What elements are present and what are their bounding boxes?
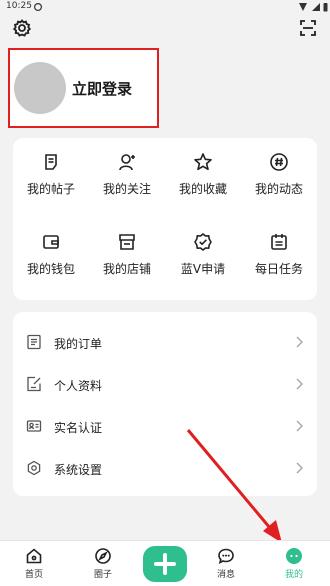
compass-icon — [95, 548, 111, 564]
tab-circle[interactable]: 圈子 — [70, 541, 136, 586]
tab-home[interactable]: 首页 — [1, 541, 67, 586]
tab-label: 消息 — [216, 570, 235, 580]
annotation-arrow — [186, 429, 282, 543]
plus-icon — [154, 553, 176, 575]
tab-messages[interactable]: 消息 — [193, 541, 259, 586]
tab-me[interactable]: 我的 — [261, 541, 327, 586]
tab-label: 我的 — [284, 570, 303, 580]
me-icon — [286, 548, 302, 564]
tab-label: 圈子 — [93, 570, 112, 580]
create-post-button[interactable] — [143, 546, 187, 582]
message-icon — [218, 548, 234, 565]
tab-label: 首页 — [24, 570, 43, 580]
home-icon — [26, 548, 42, 564]
